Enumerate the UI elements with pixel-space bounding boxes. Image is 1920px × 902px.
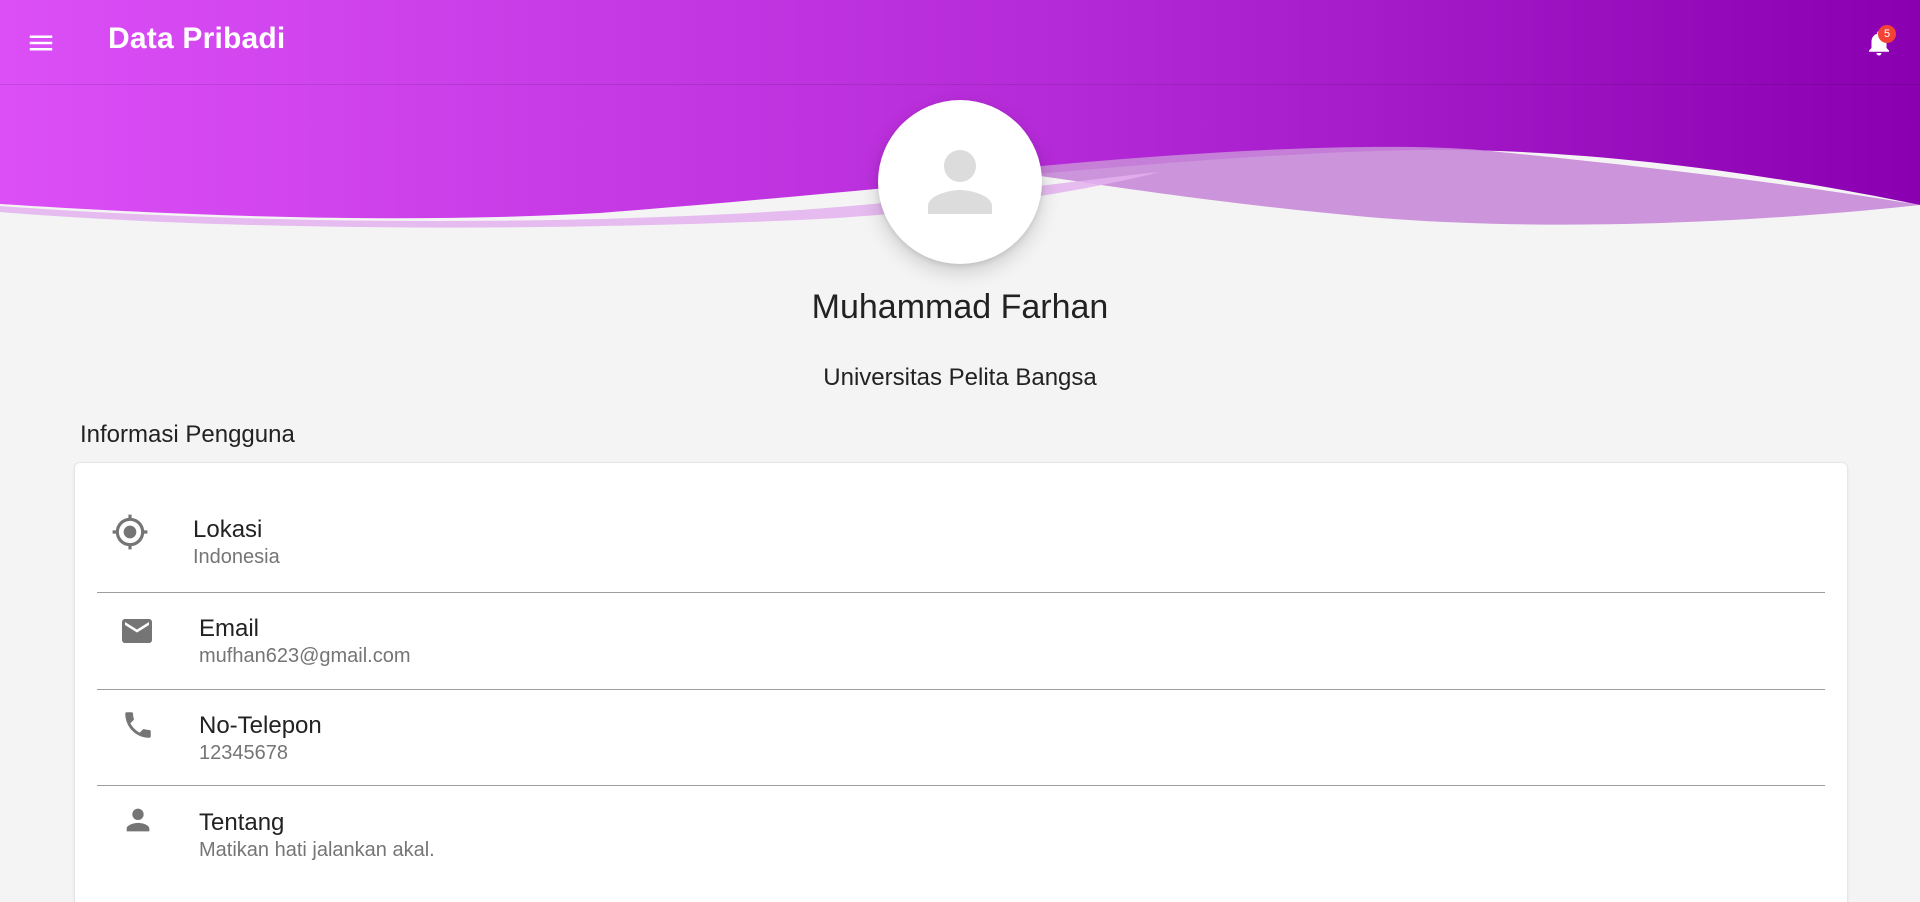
app-bar: Data Pribadi 5 (0, 0, 1920, 85)
person-avatar-icon (928, 150, 992, 214)
info-label-phone: No-Telepon (199, 712, 322, 739)
info-item-phone[interactable]: No-Telepon 12345678 (75, 690, 1847, 785)
info-item-about[interactable]: Tentang Matikan hati jalankan akal. (75, 786, 1847, 886)
profile-page: Data Pribadi 5 Muhammad Farhan Universit… (0, 0, 1920, 902)
phone-icon (121, 708, 155, 742)
notifications-button[interactable]: 5 (1856, 20, 1902, 66)
user-info-card: Lokasi Indonesia Email mufhan623@gmail.c… (74, 462, 1848, 902)
notification-badge: 5 (1878, 25, 1896, 43)
profile-name: Muhammad Farhan (811, 288, 1109, 326)
location-target-icon (111, 513, 149, 551)
info-value-email: mufhan623@gmail.com (199, 645, 411, 667)
info-value-about: Matikan hati jalankan akal. (199, 839, 435, 861)
info-value-location: Indonesia (193, 546, 280, 568)
avatar[interactable] (878, 100, 1042, 264)
info-label-location: Lokasi (193, 516, 263, 543)
info-value-phone: 12345678 (199, 742, 288, 764)
info-item-location[interactable]: Lokasi Indonesia (75, 463, 1847, 593)
profile-organization: Universitas Pelita Bangsa (823, 364, 1097, 391)
info-item-email[interactable]: Email mufhan623@gmail.com (75, 593, 1847, 689)
person-icon (121, 803, 155, 837)
info-label-about: Tentang (199, 809, 285, 836)
email-icon (119, 613, 155, 649)
info-label-email: Email (199, 615, 260, 642)
section-title: Informasi Pengguna (80, 421, 295, 448)
page-title: Data Pribadi (108, 22, 286, 55)
menu-icon (29, 35, 53, 51)
menu-button[interactable] (18, 20, 64, 66)
